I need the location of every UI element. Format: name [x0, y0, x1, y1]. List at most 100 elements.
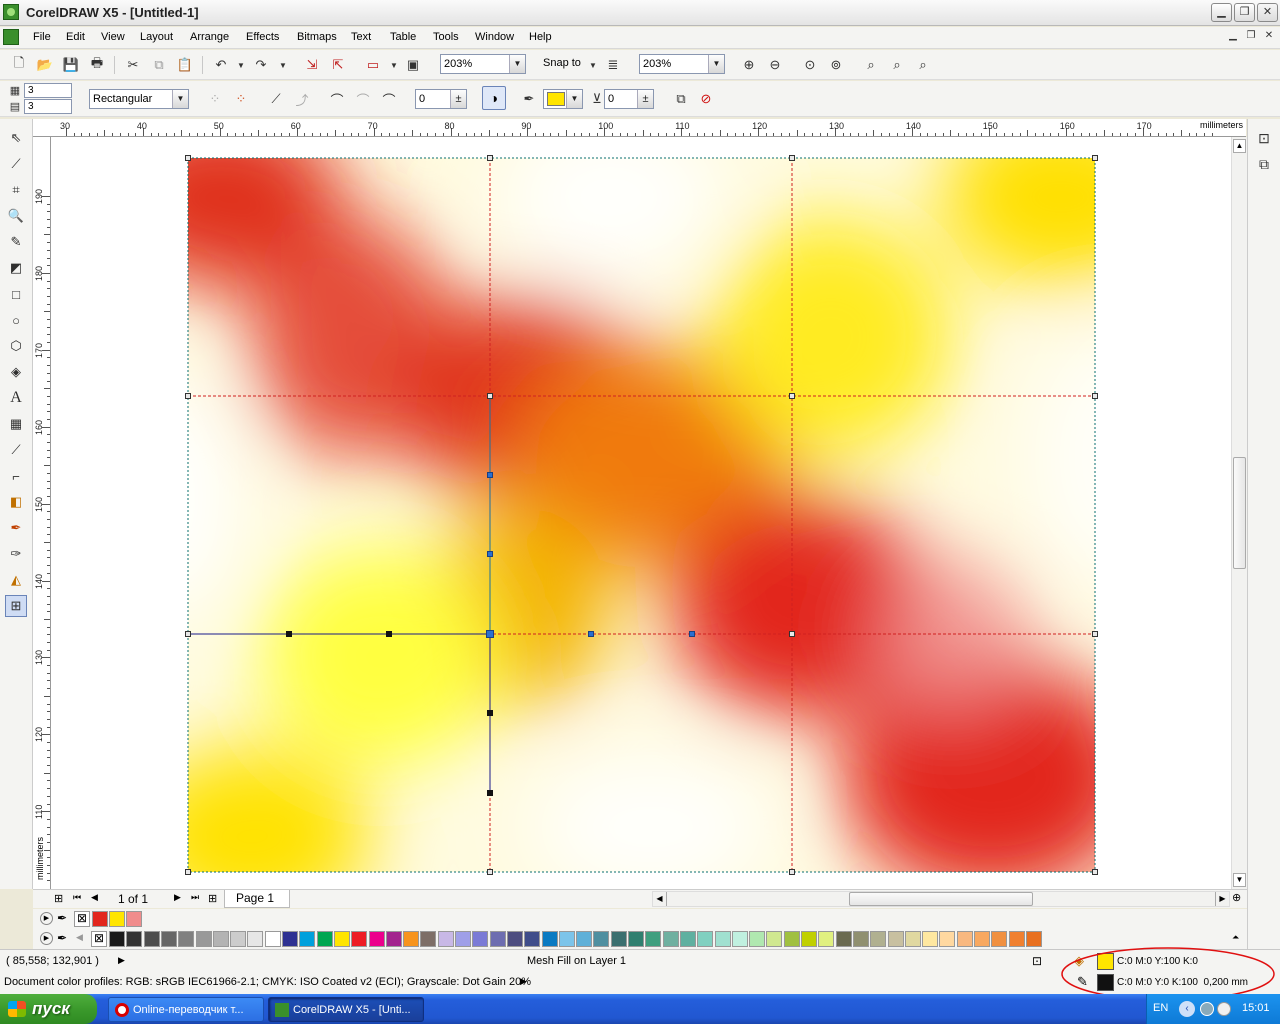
color-swatch[interactable] [801, 931, 817, 947]
paste-icon[interactable]: 📋 [176, 56, 194, 74]
ellipse-tool-icon[interactable]: ○ [5, 309, 27, 331]
color-swatch[interactable] [230, 931, 247, 947]
color-swatch[interactable] [783, 931, 800, 947]
menu-tools[interactable]: Tools [433, 31, 459, 43]
mesh-node[interactable] [1092, 631, 1098, 637]
color-swatch[interactable] [939, 931, 956, 947]
eyedropper-tool-icon[interactable]: ✒ [5, 517, 27, 539]
status-expand-icon[interactable]: ▶ [118, 955, 125, 966]
zoom-tool-icon[interactable]: 🔍 [5, 205, 27, 227]
menu-effects[interactable]: Effects [246, 31, 279, 43]
control-handle[interactable] [286, 631, 292, 637]
grid-columns-input[interactable]: 3 [24, 83, 72, 98]
color-swatch[interactable] [126, 911, 142, 927]
zoom-page-icon[interactable]: ⌕ [862, 56, 880, 74]
table-tool-icon[interactable]: ▦ [5, 413, 27, 435]
color-profiles[interactable]: Document color profiles: RGB: sRGB IEC61… [4, 976, 531, 988]
grid-rows-input[interactable]: 3 [24, 99, 72, 114]
horizontal-ruler[interactable]: 30 40 50 60 70 80 90 100 110 120 130 140 150 160 170 [33, 119, 1246, 137]
document-icon[interactable] [3, 29, 19, 45]
docker-icon[interactable]: ⧉ [1255, 155, 1273, 173]
welcome-screen-icon[interactable]: ▣ [404, 56, 422, 74]
color-swatch[interactable] [489, 931, 506, 947]
mesh-node[interactable] [1092, 155, 1098, 161]
scroll-down-icon[interactable]: ▼ [1233, 873, 1246, 887]
color-swatch[interactable] [714, 931, 731, 947]
color-swatch[interactable] [472, 931, 489, 947]
color-swatch[interactable] [835, 931, 852, 947]
color-swatch[interactable] [264, 931, 281, 947]
palette-expand-icon[interactable]: ⏶ [1232, 932, 1239, 943]
close-button[interactable]: ✕ [1257, 3, 1278, 22]
control-handle[interactable] [487, 551, 493, 557]
maximize-button[interactable]: ❐ [1234, 3, 1255, 22]
selected-mesh-node[interactable] [486, 630, 494, 638]
palette-scroll-left-icon[interactable]: ◀ [76, 932, 83, 943]
scroll-left-icon[interactable]: ◀ [653, 892, 667, 906]
color-swatch[interactable] [749, 931, 766, 947]
chevron-down-icon[interactable]: ▼ [509, 55, 525, 73]
color-swatch[interactable] [92, 911, 108, 927]
export-icon[interactable]: ⇱ [329, 56, 347, 74]
doc-restore-button[interactable]: ❐ [1244, 30, 1258, 44]
stepper-icon[interactable]: ± [637, 90, 653, 108]
dimension-tool-icon[interactable]: ⟋ [5, 439, 27, 461]
color-swatch[interactable] [282, 931, 298, 947]
shape-tool-icon[interactable]: ⟋ [5, 153, 27, 175]
vertical-ruler[interactable]: 190 180 170 160 150 140 130 120 110 [33, 137, 51, 889]
mesh-fill-tool-icon[interactable]: ⊞ [5, 595, 27, 617]
menu-help[interactable]: Help [529, 31, 552, 43]
last-page-icon[interactable]: ⏭ [191, 892, 199, 903]
control-handle[interactable] [487, 790, 493, 796]
mesh-node[interactable] [789, 393, 795, 399]
chevron-down-icon[interactable]: ▼ [172, 90, 188, 108]
color-swatch[interactable] [1008, 931, 1025, 947]
taskbar-opera[interactable]: Online-переводчик т... [108, 997, 264, 1022]
rectangle-tool-icon[interactable]: □ [5, 283, 27, 305]
color-swatch[interactable] [974, 931, 990, 947]
palette-menu-icon[interactable]: ▶ [40, 932, 53, 945]
scroll-right-icon[interactable]: ▶ [1215, 892, 1229, 906]
mesh-node[interactable] [185, 869, 191, 875]
color-swatch[interactable] [299, 931, 316, 947]
mesh-node[interactable] [487, 155, 493, 161]
polygon-tool-icon[interactable]: ⬡ [5, 335, 27, 357]
color-swatch[interactable] [109, 931, 125, 947]
color-swatch[interactable] [697, 931, 714, 947]
color-swatch[interactable] [126, 931, 143, 947]
color-swatch[interactable] [160, 931, 177, 947]
start-button[interactable]: пуск [0, 994, 97, 1024]
menu-view[interactable]: View [101, 31, 125, 43]
no-color-swatch[interactable]: ⊠ [74, 911, 90, 927]
undo-dropdown-icon[interactable]: ▼ [232, 56, 250, 74]
snap-dropdown-icon[interactable]: ▼ [584, 56, 602, 74]
mesh-node[interactable] [1092, 393, 1098, 399]
color-swatch[interactable] [766, 931, 783, 947]
horizontal-scroll-thumb[interactable] [849, 892, 1033, 906]
tray-app-icon[interactable] [1217, 1002, 1231, 1016]
color-swatch[interactable] [403, 931, 420, 947]
mesh-node[interactable] [185, 393, 191, 399]
add-page-icon[interactable]: ⊞ [54, 892, 63, 905]
next-page-icon[interactable]: ▶ [174, 892, 181, 903]
chevron-down-icon[interactable]: ▼ [708, 55, 724, 73]
page-tab[interactable]: Page 1 [224, 890, 290, 908]
open-icon[interactable]: 📂 [36, 56, 54, 74]
drawing-canvas[interactable] [51, 137, 1231, 889]
text-tool-icon[interactable]: A [5, 387, 27, 409]
options-icon[interactable]: ≣ [604, 56, 622, 74]
redo-dropdown-icon[interactable]: ▼ [274, 56, 292, 74]
color-swatch[interactable] [437, 931, 454, 947]
palette-menu-icon[interactable]: ▶ [40, 912, 53, 925]
color-swatch[interactable] [109, 911, 125, 927]
navigator-icon[interactable]: ⊕ [1232, 891, 1241, 904]
mesh-fill-color-picker[interactable]: ▼ [543, 89, 583, 109]
blend-tool-icon[interactable]: ◧ [5, 491, 27, 513]
color-swatch[interactable] [420, 931, 437, 947]
color-swatch[interactable] [195, 931, 212, 947]
mesh-node[interactable] [789, 155, 795, 161]
color-swatch[interactable] [247, 931, 264, 947]
connector-tool-icon[interactable]: ⌐ [5, 465, 27, 487]
color-swatch[interactable] [887, 931, 904, 947]
color-swatch[interactable] [991, 931, 1008, 947]
